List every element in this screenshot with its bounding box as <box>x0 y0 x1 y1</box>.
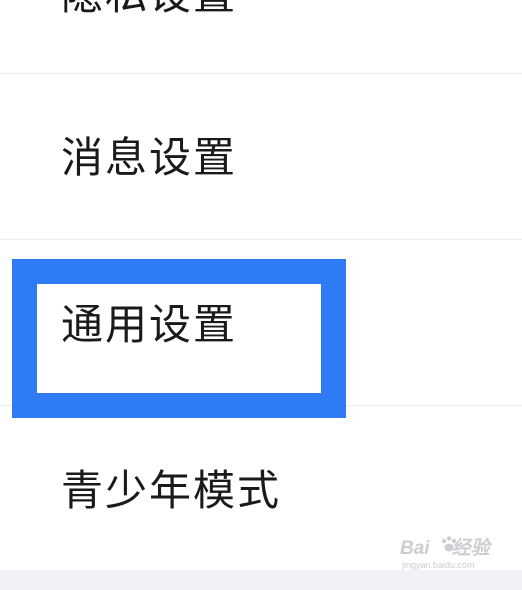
menu-item-label: 青少年模式 <box>61 466 282 515</box>
settings-menu-list: 隐私设置 消息设置 通用设置 青少年模式 <box>0 0 522 590</box>
menu-item-label: 隐私设置 <box>61 0 237 20</box>
menu-item-label: 通用设置 <box>61 300 238 349</box>
menu-item-youth-mode[interactable]: 青少年模式 <box>0 406 522 570</box>
menu-item-label: 消息设置 <box>61 133 238 182</box>
menu-item-message-settings[interactable]: 消息设置 <box>0 74 522 239</box>
section-gap <box>0 570 522 590</box>
menu-item-privacy-settings[interactable]: 隐私设置 <box>0 0 522 73</box>
menu-item-general-settings[interactable]: 通用设置 <box>0 240 522 405</box>
